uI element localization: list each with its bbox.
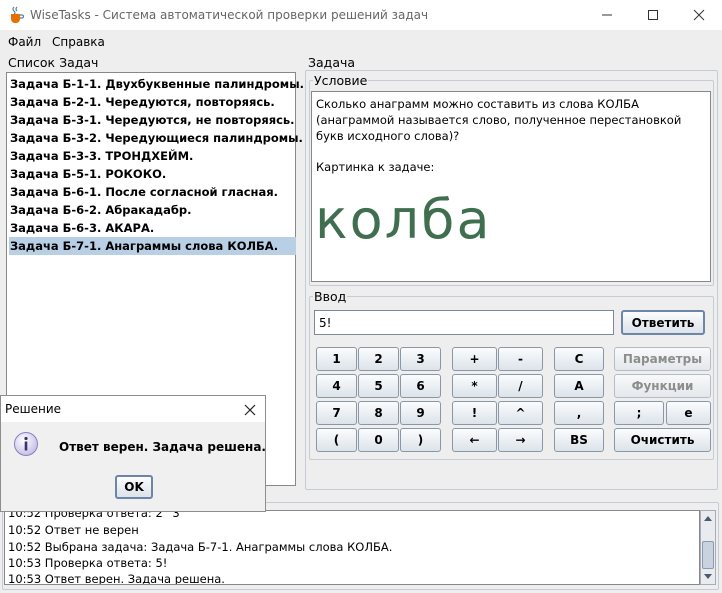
info-icon <box>13 431 39 457</box>
log-line: 10:52 Выбрана задача: Задача Б-7-1. Анаг… <box>8 540 393 554</box>
scroll-thumb[interactable] <box>702 541 714 569</box>
key-open-paren[interactable]: ( <box>316 428 357 452</box>
task-list-item[interactable]: Задача Б-3-1. Чередуются, не повторяясь. <box>9 111 296 129</box>
task-list-item[interactable]: Задача Б-6-3. АКАРА. <box>9 219 296 237</box>
key-7[interactable]: 7 <box>316 401 357 425</box>
menu-file[interactable]: Файл <box>8 35 41 49</box>
task-list-item[interactable]: Задача Б-6-1. После согласной гласная. <box>9 183 296 201</box>
maximize-button[interactable] <box>630 0 676 30</box>
log-line: 10:53 Ответ верен. Задача решена. <box>8 572 225 585</box>
key-8[interactable]: 8 <box>358 401 399 425</box>
task-list-label: Список Задач <box>8 55 99 70</box>
key-6[interactable]: 6 <box>400 374 441 398</box>
solution-dialog: Решение Ответ верен. Задача решена. OK <box>0 395 266 512</box>
key-right-arrow[interactable]: → <box>498 428 543 452</box>
log-line: 10:52 Ответ не верен <box>8 523 139 537</box>
answer-input[interactable]: 5! <box>314 310 614 335</box>
key-clear-char[interactable]: C <box>554 347 604 371</box>
key-left-arrow[interactable]: ← <box>452 428 497 452</box>
task-list-item[interactable]: Задача Б-3-2. Чередующиеся палиндромы. <box>9 129 303 147</box>
key-5[interactable]: 5 <box>358 374 399 398</box>
close-window-button[interactable] <box>676 0 722 30</box>
submit-answer-button[interactable]: Ответить <box>621 310 705 335</box>
key-factorial[interactable]: ! <box>452 401 497 425</box>
minimize-button[interactable] <box>584 0 630 30</box>
key-a[interactable]: A <box>554 374 604 398</box>
parameters-button[interactable]: Параметры <box>614 347 711 371</box>
key-multiply[interactable]: * <box>452 374 497 398</box>
key-plus[interactable]: + <box>452 347 497 371</box>
task-list-item[interactable]: Задача Б-1-1. Двухбуквенные палиндромы. <box>9 75 304 93</box>
condition-text: Сколько анаграмм можно составить из слов… <box>316 97 682 143</box>
key-4[interactable]: 4 <box>316 374 357 398</box>
picture-caption: Картинка к задаче: <box>316 160 435 174</box>
key-9[interactable]: 9 <box>400 401 441 425</box>
task-list-item-selected[interactable]: Задача Б-7-1. Анаграммы слова КОЛБА. <box>9 237 296 255</box>
task-list-item[interactable]: Задача Б-2-1. Чередуются, повторяясь. <box>9 93 296 111</box>
key-divide[interactable]: / <box>498 374 543 398</box>
task-picture: колба <box>315 188 492 251</box>
log-line: 10:53 Проверка ответа: 5! <box>8 556 168 570</box>
scroll-up-icon[interactable] <box>701 511 715 525</box>
dialog-message: Ответ верен. Задача решена. <box>59 440 266 454</box>
log-scrollbar[interactable] <box>700 510 716 585</box>
java-cup-icon <box>8 6 25 24</box>
input-label: Ввод <box>313 289 348 304</box>
dialog-title: Решение <box>5 402 62 416</box>
task-panel-label: Задача <box>308 55 356 70</box>
key-comma[interactable]: , <box>554 401 604 425</box>
key-e[interactable]: e <box>666 401 711 425</box>
dialog-ok-button[interactable]: OK <box>115 475 153 499</box>
task-list-item[interactable]: Задача Б-5-1. РОКОКО. <box>9 165 296 183</box>
task-list-item[interactable]: Задача Б-6-2. Абракадабр. <box>9 201 296 219</box>
condition-label: Условие <box>313 73 369 88</box>
window-title: WiseTasks - Система автоматической прове… <box>30 8 429 22</box>
key-3[interactable]: 3 <box>400 347 441 371</box>
key-close-paren[interactable]: ) <box>400 428 441 452</box>
key-1[interactable]: 1 <box>316 347 357 371</box>
functions-button[interactable]: Функции <box>614 374 711 398</box>
clear-button[interactable]: Очистить <box>614 428 711 452</box>
menu-help[interactable]: Справка <box>52 35 105 49</box>
scroll-down-icon[interactable] <box>701 570 715 584</box>
dialog-close-icon[interactable] <box>241 401 259 419</box>
key-2[interactable]: 2 <box>358 347 399 371</box>
key-0[interactable]: 0 <box>358 428 399 452</box>
key-semicolon[interactable]: ; <box>614 401 664 425</box>
key-backspace[interactable]: BS <box>554 428 604 452</box>
key-minus[interactable]: - <box>498 347 543 371</box>
condition-box: Сколько анаграмм можно составить из слов… <box>311 91 711 282</box>
key-power[interactable]: ^ <box>498 401 543 425</box>
log-area[interactable]: 10:52 Проверка ответа: 2^3 10:52 Ответ н… <box>4 510 700 585</box>
task-list-item[interactable]: Задача Б-3-3. ТРОНДХЕЙМ. <box>9 147 296 165</box>
menu-bar <box>0 31 722 53</box>
